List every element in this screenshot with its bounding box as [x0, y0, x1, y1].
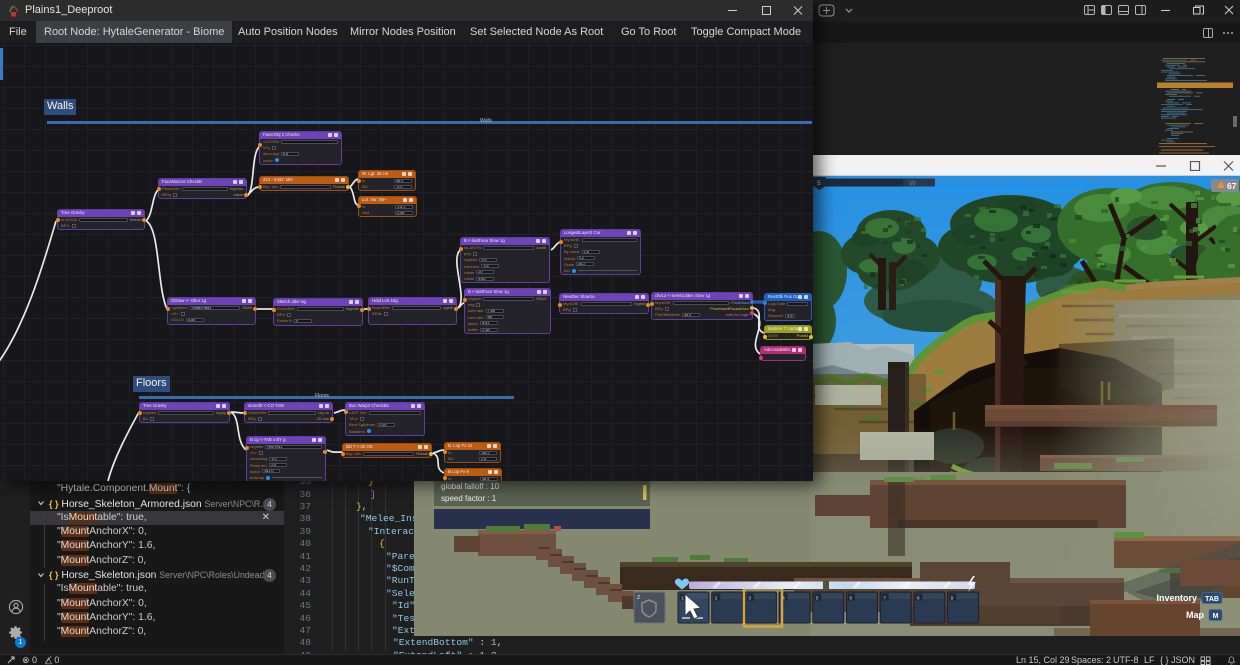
- svg-text:TAB: TAB: [1205, 596, 1219, 603]
- svg-text:5: 5: [817, 180, 821, 187]
- svg-text:1: 1: [681, 596, 684, 602]
- svg-text:8: 8: [917, 596, 920, 602]
- svg-text:speed factor : 1: speed factor : 1: [441, 494, 497, 503]
- svg-text:2: 2: [715, 596, 718, 602]
- svg-text:5: 5: [816, 596, 819, 602]
- svg-text:6: 6: [850, 596, 853, 602]
- svg-text:Inventory: Inventory: [1156, 593, 1197, 603]
- svg-text:9: 9: [951, 596, 954, 602]
- svg-text:Map: Map: [1186, 610, 1205, 620]
- svg-text:W: W: [909, 181, 916, 188]
- svg-text:67: 67: [1227, 181, 1237, 191]
- svg-text:M: M: [1213, 613, 1219, 620]
- svg-text:7: 7: [883, 596, 886, 602]
- svg-text:3: 3: [748, 596, 751, 602]
- svg-text:global falloff : 10: global falloff : 10: [441, 482, 500, 491]
